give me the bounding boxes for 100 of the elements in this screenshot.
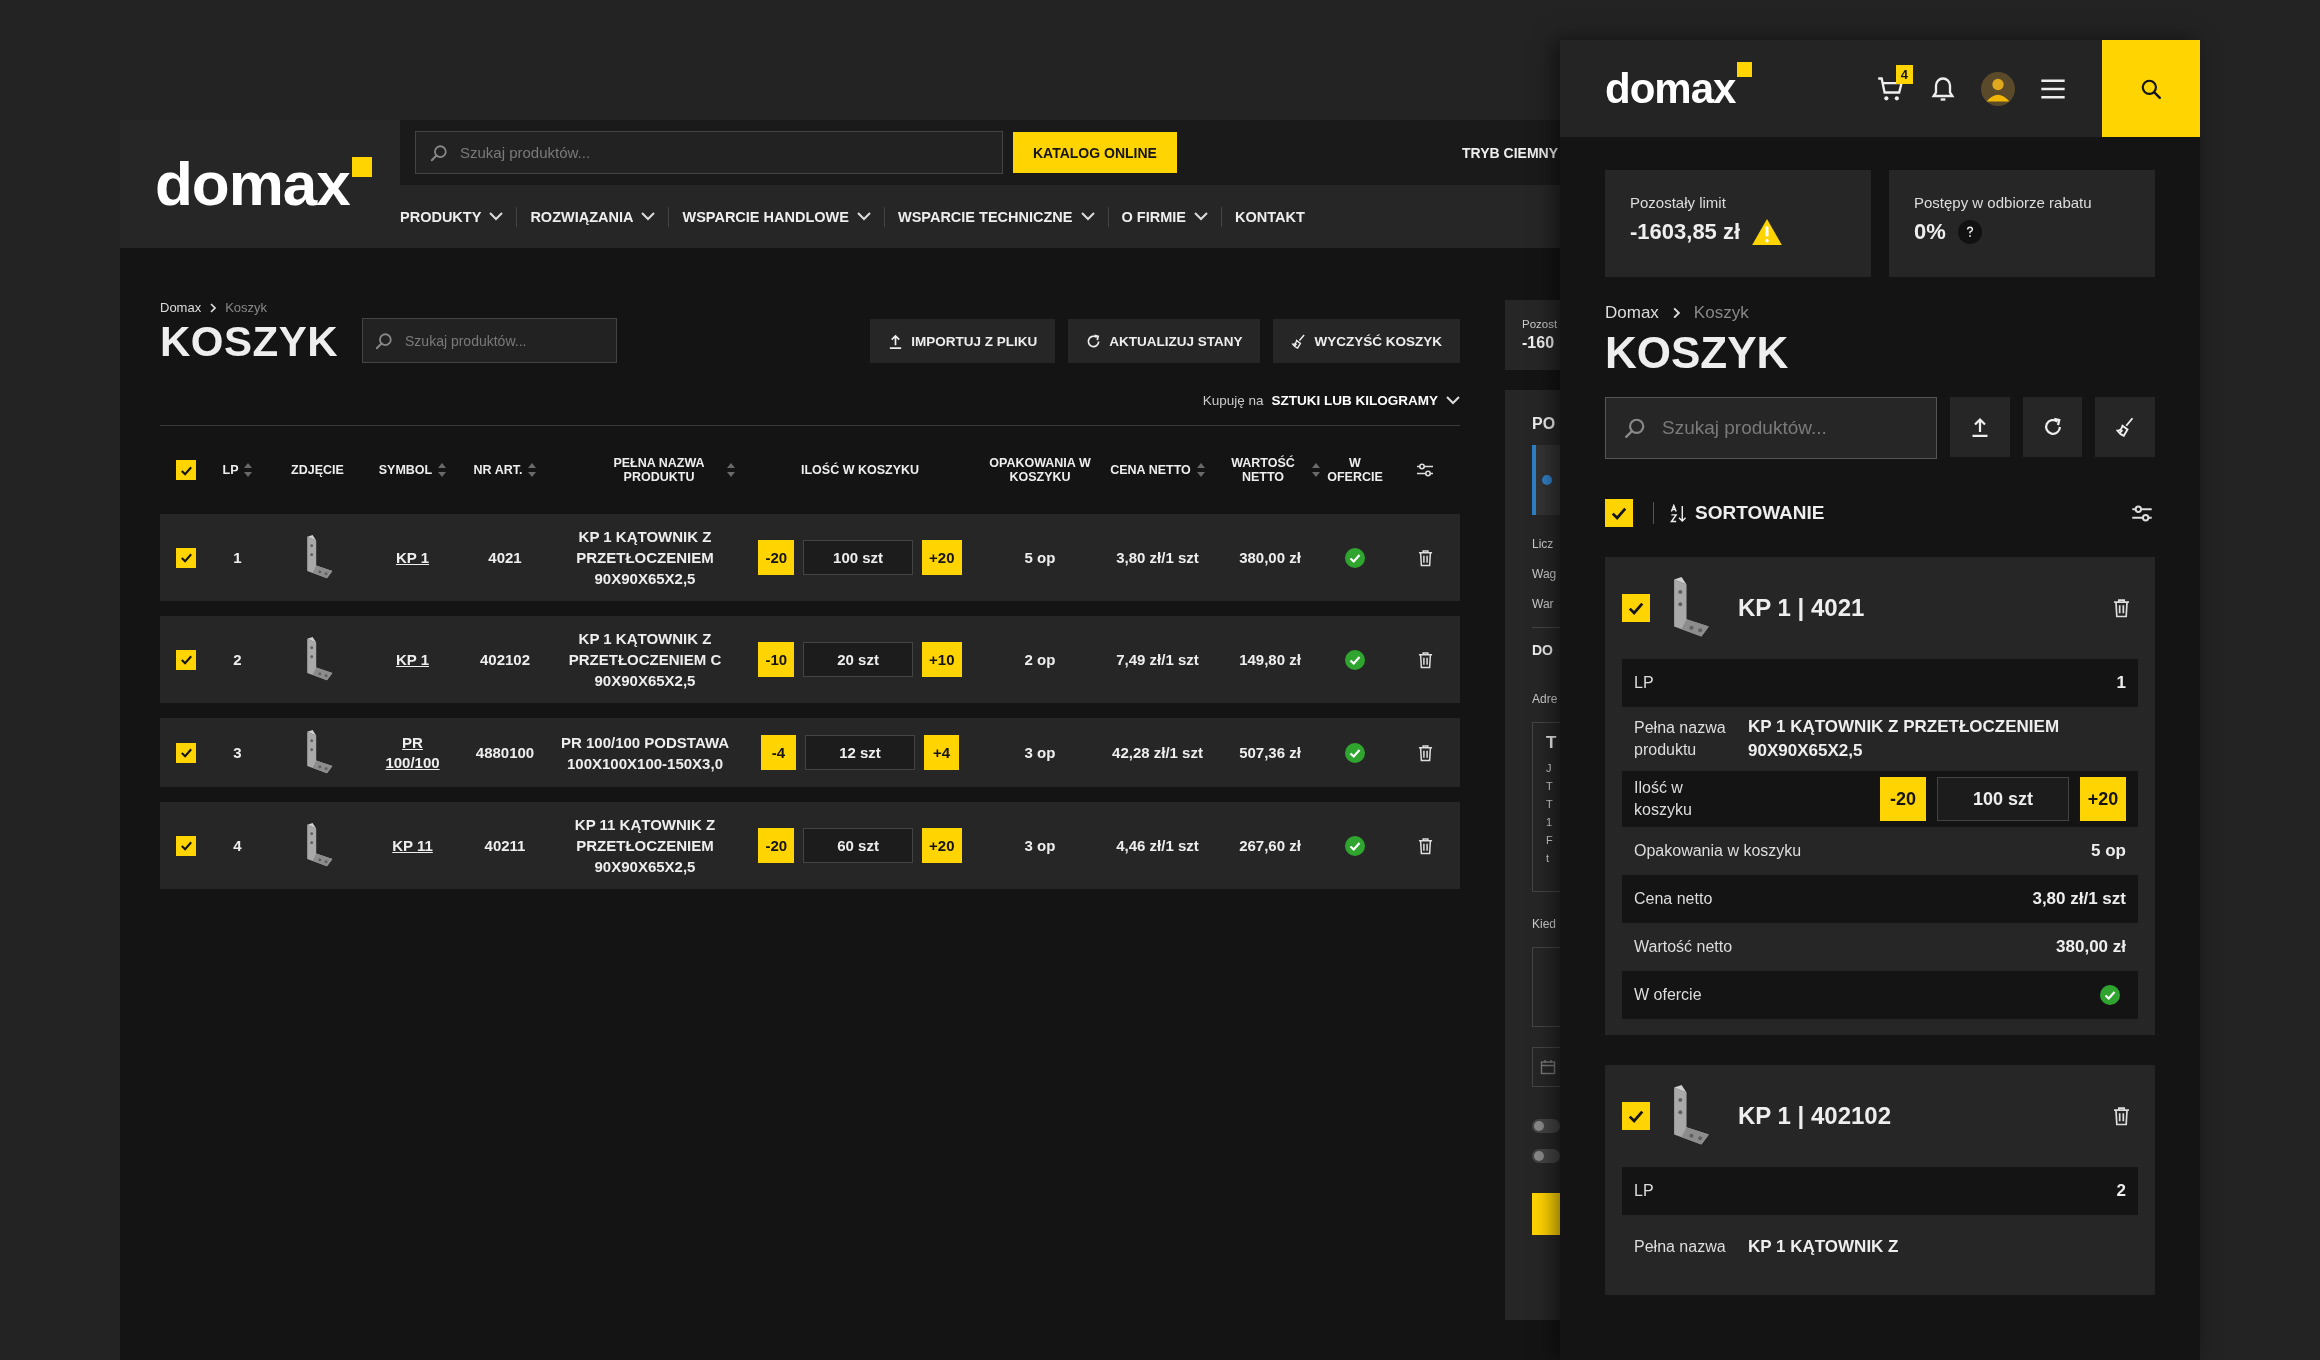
symbol-link[interactable]: PR 100/100 [382, 732, 443, 773]
checkbox[interactable] [176, 649, 196, 670]
action-button[interactable]: AKTUALIZUJ STANY [1068, 319, 1261, 363]
quantity-field[interactable]: 60 szt [803, 828, 914, 863]
trash-icon[interactable] [1417, 743, 1433, 762]
dark-mode-link[interactable]: TRYB CIEMNY [1462, 144, 1560, 161]
logo[interactable]: domax [1605, 67, 1736, 110]
quantity-field[interactable]: 100 szt [803, 540, 914, 575]
table-cell: 149,80 zł [1239, 651, 1301, 668]
warning-icon [1752, 219, 1783, 245]
quantity-field[interactable]: 100 szt [1937, 777, 2069, 821]
sort-icon[interactable] [1312, 463, 1320, 477]
table-cell: 267,60 zł [1239, 837, 1301, 854]
checkbox[interactable] [1605, 499, 1633, 527]
column-header[interactable]: NR ART. [473, 463, 537, 477]
checkbox[interactable] [1622, 1102, 1650, 1130]
table-cell: 40211 [484, 837, 526, 854]
nav-link[interactable]: ROZWIĄZANIA [516, 206, 669, 227]
quantity-field[interactable]: 20 szt [803, 642, 914, 677]
increase-button[interactable]: +20 [922, 828, 962, 863]
action-button[interactable]: IMPORTUJ Z PLIKU [870, 319, 1056, 363]
avatar[interactable] [1981, 71, 2015, 106]
decrease-button[interactable]: -20 [758, 540, 795, 575]
decrease-button[interactable]: -4 [761, 735, 796, 770]
nav-link[interactable]: O FIRMIE [1107, 206, 1221, 227]
column-header: W OFERCIE [1326, 456, 1384, 484]
search-input[interactable]: Szukaj produktów... [458, 143, 988, 162]
chevron-down-icon [641, 212, 656, 221]
refresh-button[interactable] [2022, 397, 2083, 457]
checkbox[interactable] [176, 742, 196, 763]
column-header[interactable]: SYMBOL [378, 463, 447, 477]
sort-icon[interactable] [438, 463, 447, 477]
trash-icon[interactable] [2113, 1106, 2130, 1126]
upload-icon [888, 333, 904, 349]
sort-icon[interactable] [244, 463, 253, 477]
sort-icon[interactable] [727, 463, 735, 477]
trash-icon[interactable] [1417, 548, 1433, 567]
sort-button[interactable]: SORTOWANIE [1670, 502, 1825, 524]
checkbox[interactable] [176, 835, 196, 856]
column-header[interactable]: CENA NETTO [1110, 463, 1205, 477]
field-label: Pełna nazwa [1634, 1237, 1727, 1257]
settings-icon[interactable] [2131, 504, 2153, 522]
chevron-down-icon [1193, 212, 1208, 221]
decrease-button[interactable]: -20 [1880, 777, 1926, 821]
toggle-switch[interactable] [1532, 1119, 1560, 1133]
nav-link[interactable]: KONTAKT [1220, 206, 1318, 227]
broom-button[interactable] [2095, 397, 2155, 457]
checkbox[interactable] [176, 547, 196, 568]
trash-icon[interactable] [2113, 598, 2130, 618]
action-button[interactable]: WYCZYŚĆ KOSZYK [1273, 319, 1460, 363]
toggle-switch[interactable] [1532, 1149, 1560, 1163]
logo[interactable]: domax [155, 153, 350, 215]
trash-icon[interactable] [1417, 836, 1433, 855]
increase-button[interactable]: +20 [2080, 777, 2126, 821]
increase-button[interactable]: +20 [922, 540, 962, 575]
option-card[interactable] [1532, 445, 1560, 515]
calendar-icon [1540, 1059, 1556, 1075]
unit-selector[interactable]: Kupuję na SZTUKI LUB KILOGRAMY [1202, 393, 1460, 408]
nav-link[interactable]: WSPARCIE HANDLOWE [668, 206, 884, 227]
column-header[interactable]: PEŁNA NAZWA PRODUKTU [575, 456, 735, 484]
search-icon [430, 143, 448, 162]
sort-icon[interactable] [528, 463, 537, 477]
breadcrumb-link[interactable]: Domax [1605, 303, 1659, 323]
search-field[interactable]: Szukaj produktów... [1605, 397, 1938, 459]
product-name: KP 11 KĄTOWNIK Z PRZETŁOCZENIEM 90X90X65X2,5 [573, 815, 717, 877]
settings-icon[interactable] [1416, 463, 1434, 477]
address-line: t [1546, 851, 1551, 866]
search-field[interactable]: Szukaj produktów... [362, 318, 617, 363]
breadcrumb-link[interactable]: Domax [160, 300, 202, 315]
bell-icon[interactable] [1929, 74, 1957, 103]
sort-az-icon [1670, 503, 1687, 523]
symbol-link[interactable]: KP 11 [382, 835, 443, 856]
nav-link[interactable]: PRODUKTY [400, 206, 517, 227]
chevron-down-icon [1080, 212, 1095, 221]
checkbox[interactable] [1622, 594, 1650, 622]
search-field[interactable]: Szukaj produktów... [415, 131, 1003, 174]
decrease-button[interactable]: -10 [758, 642, 795, 677]
symbol-link[interactable]: KP 1 [382, 547, 443, 568]
increase-button[interactable]: +10 [922, 642, 962, 677]
decrease-button[interactable]: -20 [758, 828, 795, 863]
column-header[interactable]: WARTOŚĆ NETTO [1220, 456, 1320, 484]
upload-button[interactable] [1950, 397, 2010, 457]
stat-value: -1603,85 zł [1630, 219, 1741, 245]
search-input[interactable]: Szukaj produktów... [1660, 416, 1919, 440]
table-cell: 4880100 [475, 744, 535, 761]
checkbox[interactable] [176, 460, 196, 480]
field-value: 5 op [2091, 841, 2126, 861]
quantity-field[interactable]: 12 szt [805, 735, 915, 770]
limit-value: -160 [1522, 334, 1556, 352]
sort-icon[interactable] [1196, 463, 1205, 477]
table-cell: 380,00 zł [1239, 549, 1301, 566]
catalog-button[interactable]: KATALOG ONLINE [1013, 132, 1177, 173]
symbol-link[interactable]: KP 1 [382, 649, 443, 670]
search-input[interactable]: Szukaj produktów... [403, 331, 604, 350]
nav-link[interactable]: WSPARCIE TECHNICZNE [883, 206, 1108, 227]
help-icon[interactable] [1957, 220, 1982, 244]
trash-icon[interactable] [1417, 650, 1433, 669]
increase-button[interactable]: +4 [924, 735, 959, 770]
chevron-down-icon [1446, 396, 1460, 405]
column-header[interactable]: LP [222, 463, 253, 477]
